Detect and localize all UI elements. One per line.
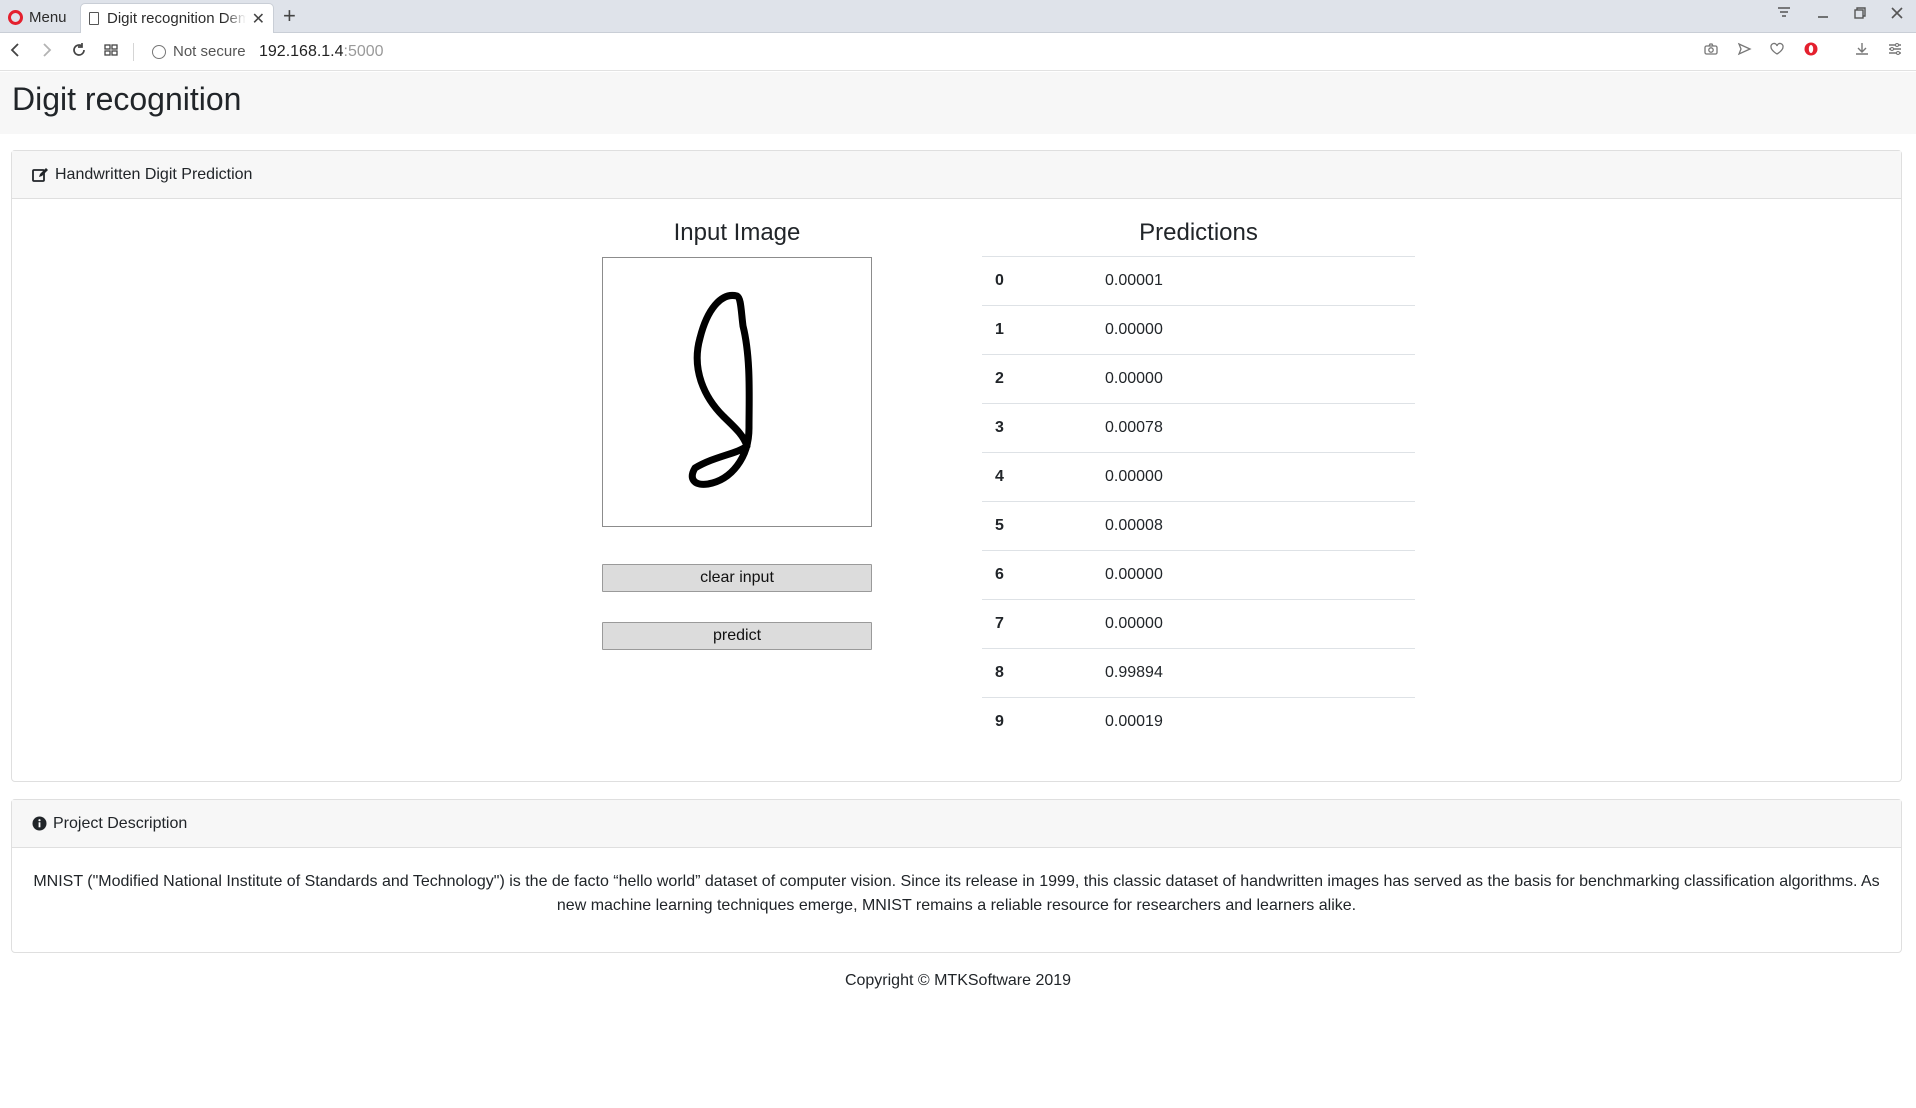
table-row: 9 0.00019 — [982, 697, 1415, 747]
description-card-header: Project Description — [12, 800, 1901, 848]
restore-icon[interactable] — [1852, 4, 1868, 28]
adblock-icon[interactable] — [1803, 41, 1819, 64]
easy-setup-icon[interactable] — [1887, 41, 1903, 64]
speed-dial-icon[interactable] — [103, 41, 119, 64]
digit-cell: 6 — [982, 550, 1105, 600]
probability-cell: 0.00008 — [1105, 501, 1415, 551]
predictions-table: 0 0.00001 1 0.00000 2 0.00000 3 0.00078 4 0.0… — [982, 256, 1415, 747]
browser-tab-active[interactable]: Digit recognition Demo ✕ — [80, 3, 274, 33]
new-tab-button[interactable]: + — [283, 4, 296, 28]
table-row: 7 0.00000 — [982, 599, 1415, 649]
predictions-title: Predictions — [1139, 219, 1258, 246]
info-circle-icon — [32, 816, 47, 831]
probability-cell: 0.99894 — [1105, 648, 1415, 698]
digit-cell: 1 — [982, 305, 1105, 355]
table-row: 4 0.00000 — [982, 452, 1415, 502]
page-title: Digit recognition — [12, 81, 242, 117]
probability-cell: 0.00000 — [1105, 599, 1415, 649]
forward-icon[interactable] — [40, 41, 54, 64]
prediction-card: Handwritten Digit Prediction Input Image… — [11, 150, 1902, 782]
document-icon — [89, 12, 99, 25]
snapshot-icon[interactable] — [1703, 41, 1719, 64]
address-bar: Not secure 192.168.1.4:5000 — [0, 33, 1916, 71]
probability-cell: 0.00000 — [1105, 452, 1415, 502]
tab-title: Digit recognition Demo — [107, 10, 246, 27]
reload-icon[interactable] — [71, 41, 87, 64]
probability-cell: 0.00001 — [1105, 256, 1415, 306]
prediction-card-header: Handwritten Digit Prediction — [12, 151, 1901, 199]
input-image-title: Input Image — [673, 219, 801, 246]
browser-tab-bar: Menu Digit recognition Demo ✕ + — [0, 0, 1916, 33]
digit-cell: 9 — [982, 697, 1105, 747]
table-row: 5 0.00008 — [982, 501, 1415, 551]
table-row: 0 0.00001 — [982, 256, 1415, 306]
opera-menu-button[interactable]: Menu — [4, 5, 75, 29]
probability-cell: 0.00078 — [1105, 403, 1415, 453]
globe-icon[interactable] — [152, 45, 166, 59]
table-row: 8 0.99894 — [982, 648, 1415, 698]
description-text: MNIST ("Modified National Institute of S… — [33, 873, 1880, 914]
digit-cell: 8 — [982, 648, 1105, 698]
prediction-card-title: Handwritten Digit Prediction — [55, 165, 253, 183]
address-separator — [133, 43, 134, 61]
back-icon[interactable] — [8, 41, 22, 64]
url-port: :5000 — [343, 43, 384, 60]
page-content: Digit recognition Handwritten Digit Pred… — [0, 72, 1916, 1108]
download-icon[interactable] — [1854, 41, 1870, 64]
url-field[interactable]: 192.168.1.4:5000 — [259, 42, 384, 62]
menu-label: Menu — [29, 8, 67, 26]
opera-logo-icon — [8, 9, 23, 25]
edit-icon — [32, 167, 49, 183]
digit-cell: 4 — [982, 452, 1105, 502]
digit-cell: 5 — [982, 501, 1105, 551]
clear-input-button[interactable]: clear input — [602, 564, 872, 592]
tab-menu-icon[interactable] — [1776, 4, 1792, 28]
probability-cell: 0.00000 — [1105, 305, 1415, 355]
description-card-title: Project Description — [53, 814, 188, 832]
page-header: Digit recognition — [0, 72, 1916, 134]
url-host: 192.168.1.4 — [259, 43, 344, 60]
tab-close-icon[interactable]: ✕ — [252, 9, 265, 29]
send-icon[interactable] — [1736, 41, 1752, 64]
digit-cell: 2 — [982, 354, 1105, 404]
table-row: 2 0.00000 — [982, 354, 1415, 404]
table-row: 1 0.00000 — [982, 305, 1415, 355]
digit-cell: 0 — [982, 256, 1105, 306]
close-window-icon[interactable] — [1889, 4, 1905, 28]
probability-cell: 0.00019 — [1105, 697, 1415, 747]
probability-cell: 0.00000 — [1105, 354, 1415, 404]
probability-cell: 0.00000 — [1105, 550, 1415, 600]
digit-cell: 3 — [982, 403, 1105, 453]
digit-cell: 7 — [982, 599, 1105, 649]
minimize-icon[interactable] — [1815, 4, 1831, 28]
security-status[interactable]: Not secure — [173, 42, 246, 62]
drawing-canvas[interactable] — [602, 257, 872, 527]
heart-icon[interactable] — [1769, 41, 1785, 64]
footer-copyright: Copyright © MTKSoftware 2019 — [844, 972, 1072, 989]
description-card: Project Description MNIST ("Modified Nat… — [11, 799, 1902, 953]
predict-button[interactable]: predict — [602, 622, 872, 650]
handwritten-stroke — [688, 291, 753, 488]
table-row: 6 0.00000 — [982, 550, 1415, 600]
table-row: 3 0.00078 — [982, 403, 1415, 453]
